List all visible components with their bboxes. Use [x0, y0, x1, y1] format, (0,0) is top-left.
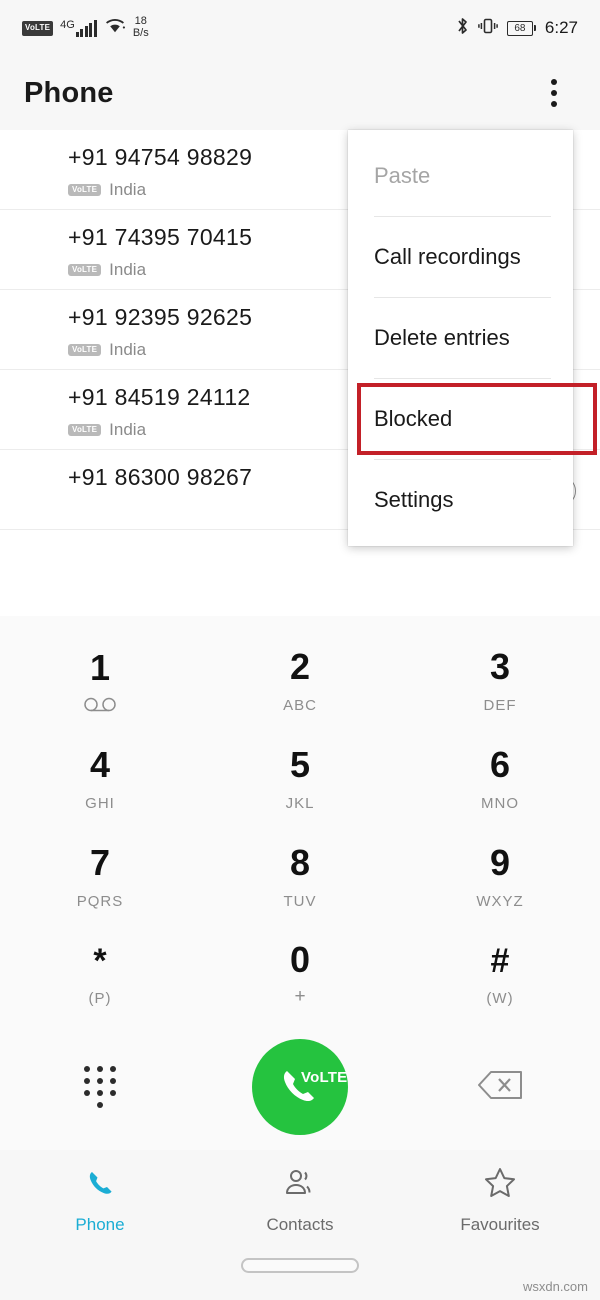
call-country: India	[109, 420, 147, 439]
dialpad-key-2[interactable]: 2 ABC	[200, 632, 400, 730]
status-bar: VoLTE 4G 18 B/s 68 6:27	[0, 0, 600, 56]
dialpad-key-1[interactable]: 1	[0, 632, 200, 730]
dialpad-letters: PQRS	[76, 892, 124, 910]
volte-badge-icon: VoLTE	[68, 264, 102, 276]
dialpad-digit: 9	[489, 841, 511, 883]
phone-handset-icon	[283, 1071, 314, 1102]
vibrate-icon	[478, 16, 498, 41]
call-country: India	[109, 180, 147, 199]
dialpad-panel: 1 2 ABC 3 DEF 4 GHI 5 JKL 6 MNO 7 PQRS 8…	[0, 616, 600, 1150]
keypad-toggle-button[interactable]	[30, 1066, 170, 1108]
dialpad-letters: TUV	[283, 892, 317, 910]
dialpad-key-5[interactable]: 5 JKL	[200, 730, 400, 828]
volte-badge-icon: VoLTE	[68, 424, 102, 436]
dialpad-key-6[interactable]: 6 MNO	[400, 730, 600, 828]
overflow-menu[interactable]: Paste Call recordings Delete entries Blo…	[348, 130, 597, 546]
bluetooth-icon	[456, 16, 469, 41]
network-type-label: 4G	[60, 18, 75, 31]
dialpad-letters: +	[294, 986, 306, 1007]
dialpad-digit: 5	[289, 743, 311, 785]
tab-phone[interactable]: Phone	[0, 1166, 200, 1235]
dialpad-digit: 6	[489, 743, 511, 785]
dialpad-key-0[interactable]: 0 +	[200, 926, 400, 1024]
status-bar-clock: 6:27	[544, 18, 578, 37]
dialpad-letters: DEF	[483, 696, 517, 714]
volte-badge-icon: VoLTE	[68, 184, 102, 196]
status-bar-right: 68 6:27	[456, 16, 578, 41]
volte-status-icon: VoLTE	[22, 20, 54, 36]
dialpad-key-3[interactable]: 3 DEF	[400, 632, 600, 730]
call-button-circle: VoLTE	[252, 1039, 348, 1135]
dialpad-digit: 4	[89, 743, 111, 785]
signal-bars-icon	[75, 19, 97, 37]
menu-item-paste[interactable]: Paste	[348, 136, 573, 216]
dialpad-key-9[interactable]: 9 WXYZ	[400, 828, 600, 926]
overflow-menu-icon[interactable]	[532, 71, 576, 115]
dialpad-letters: (W)	[486, 989, 514, 1007]
call-country: India	[109, 260, 147, 279]
keypad-dots-icon	[83, 1066, 117, 1108]
data-speed-indicator: 18 B/s	[133, 16, 149, 39]
star-outline-icon	[483, 1166, 517, 1205]
call-country: India	[109, 340, 147, 359]
backspace-icon	[476, 1068, 524, 1107]
phone-handset-icon	[83, 1166, 117, 1205]
dialpad-key-8[interactable]: 8 TUV	[200, 828, 400, 926]
dialpad-digit: 2	[289, 645, 311, 687]
tab-label: Contacts	[266, 1214, 334, 1234]
dialpad-digit: 7	[89, 841, 111, 883]
data-speed-unit: B/s	[132, 27, 149, 39]
voicemail-icon	[83, 697, 117, 712]
wifi-icon	[104, 17, 126, 39]
call-button-volte-label: VoLTE	[301, 1069, 348, 1086]
tab-contacts[interactable]: Contacts	[200, 1166, 400, 1235]
dialpad-letters: ABC	[283, 696, 317, 714]
page-title: Phone	[24, 76, 114, 109]
dialpad-letters: MNO	[481, 794, 519, 812]
menu-item-settings[interactable]: Settings	[348, 460, 573, 540]
dialpad-letters: JKL	[285, 794, 315, 812]
home-gesture-pill[interactable]	[241, 1258, 359, 1273]
dialpad-letters: GHI	[85, 794, 115, 812]
bottom-navigation: Phone Contacts Favourites	[0, 1150, 600, 1250]
menu-item-delete-entries[interactable]: Delete entries	[348, 298, 573, 378]
dialpad-digit: *	[93, 941, 107, 980]
dialpad-actions: VoLTE	[0, 1028, 600, 1146]
dialpad-digit: 8	[289, 841, 311, 883]
gesture-bar-area: wsxdn.com	[0, 1250, 600, 1300]
contacts-people-icon	[283, 1166, 317, 1205]
dialpad-key-star[interactable]: * (P)	[0, 926, 200, 1024]
dialpad-key-4[interactable]: 4 GHI	[0, 730, 200, 828]
tab-label: Phone	[75, 1214, 125, 1234]
status-bar-left: VoLTE 4G 18 B/s	[22, 16, 149, 39]
dialpad-digit: 3	[489, 645, 511, 687]
dialpad-letters: (P)	[88, 989, 112, 1007]
call-button[interactable]: VoLTE	[230, 1039, 370, 1135]
dialpad-keys: 1 2 ABC 3 DEF 4 GHI 5 JKL 6 MNO 7 PQRS 8…	[0, 616, 600, 1024]
dialpad-key-7[interactable]: 7 PQRS	[0, 828, 200, 926]
tab-favourites[interactable]: Favourites	[400, 1166, 600, 1235]
menu-item-blocked[interactable]: Blocked	[348, 379, 597, 459]
volte-badge-icon: VoLTE	[68, 344, 102, 356]
dialpad-digit: 0	[289, 939, 311, 980]
tab-label: Favourites	[460, 1214, 540, 1234]
dialpad-key-hash[interactable]: # (W)	[400, 926, 600, 1024]
battery-icon: 68	[506, 20, 536, 36]
menu-item-call-recordings[interactable]: Call recordings	[348, 217, 573, 297]
watermark: wsxdn.com	[522, 1279, 588, 1294]
signal-strength-icon: 4G	[60, 18, 97, 37]
app-bar: Phone	[0, 56, 600, 130]
dialpad-letters: WXYZ	[476, 892, 524, 910]
dialpad-digit: 1	[89, 647, 111, 688]
phone-app-screen: VoLTE 4G 18 B/s 68 6:27 Phone +91 94754 …	[0, 0, 600, 1300]
dialpad-digit: #	[490, 941, 510, 980]
battery-percent-label: 68	[506, 20, 533, 36]
backspace-button[interactable]	[430, 1068, 570, 1107]
